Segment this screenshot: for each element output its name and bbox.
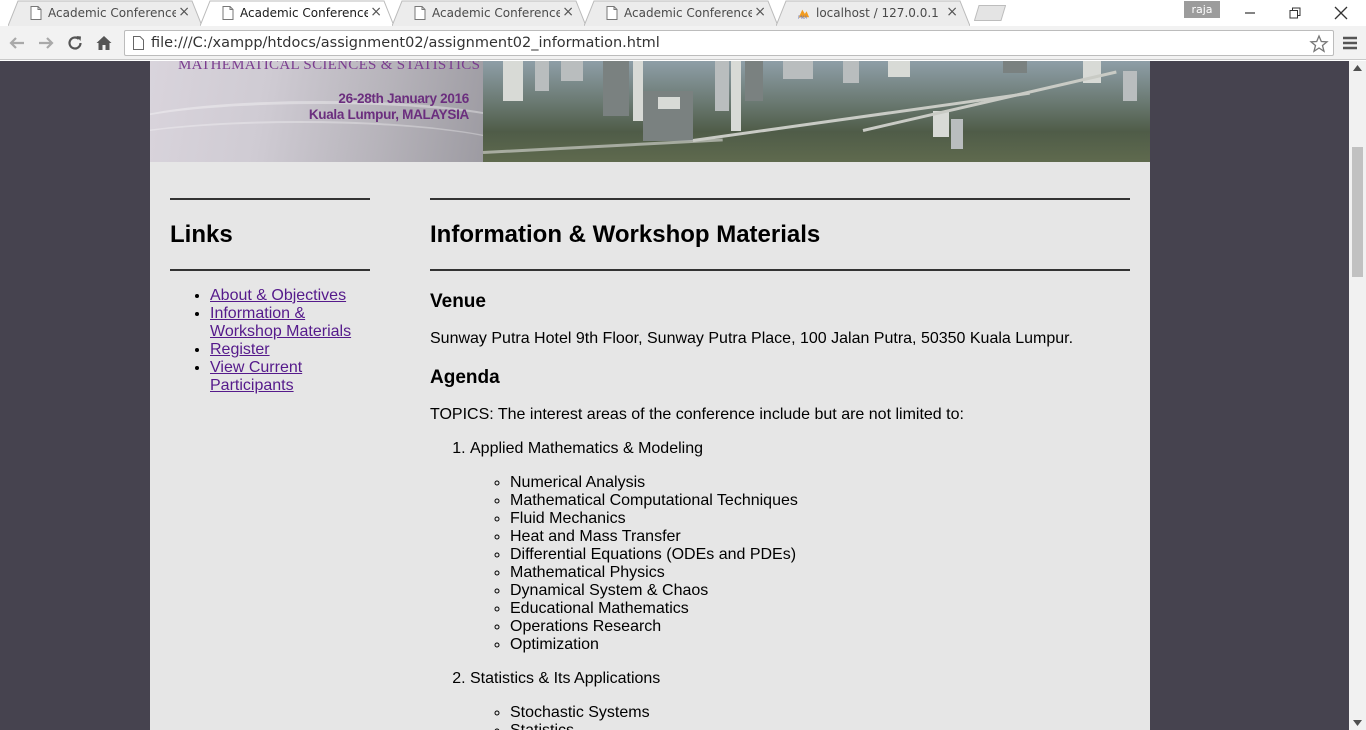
subtopic-item: Mathematical Computational Techniques [510,492,1130,510]
new-tab-button[interactable] [974,5,1006,21]
subtopic-item: Mathematical Physics [510,564,1130,582]
home-icon [96,36,112,50]
venue-heading: Venue [430,291,486,312]
close-icon[interactable]: × [562,5,574,19]
topic-title: Statistics & Its Applications [470,670,661,687]
topic-title: Applied Mathematics & Modeling [470,440,704,457]
bookmark-star-icon[interactable] [1309,34,1329,54]
reload-icon [68,36,82,50]
page-icon [222,6,234,20]
tab-title: localhost / 127.0.0.1 | php [816,6,944,20]
home-button[interactable] [93,32,115,54]
restore-icon [1289,7,1301,19]
topic-item: Statistics & Its Applications Stochastic… [470,670,1130,730]
sidebar-item-about: About & Objectives [210,287,370,305]
sidebar-links: About & Objectives Information & Worksho… [170,287,370,395]
minimize-icon [1245,12,1255,14]
topics-list: Applied Mathematics & Modeling Numerical… [430,440,1130,730]
subtopic-item: Heat and Mass Transfer [510,528,1130,546]
subtopic-list: Numerical Analysis Mathematical Computat… [470,474,1130,654]
subtopic-item: Dynamical System & Chaos [510,582,1130,600]
agenda-heading: Agenda [430,367,500,388]
sidebar-item-register: Register [210,341,370,359]
svg-text:PMA: PMA [798,15,807,20]
subtopic-list: Stochastic Systems Statistics [470,704,1130,730]
page-viewport: MATHEMATICAL SCIENCES & STATISTICS 26-28… [0,61,1349,730]
sidebar-heading: Links [170,221,233,248]
information-link[interactable]: Information & Workshop Materials [210,305,351,340]
subtopic-item: Operations Research [510,618,1130,636]
forward-button[interactable] [35,32,57,54]
scroll-down-icon[interactable] [1353,720,1362,726]
tab-5[interactable]: PMA localhost / 127.0.0.1 | php × [776,0,970,26]
participants-link[interactable]: View Current Participants [210,359,302,394]
close-icon[interactable]: × [178,5,190,19]
close-window-icon [1334,6,1348,20]
conference-banner: MATHEMATICAL SCIENCES & STATISTICS 26-28… [150,61,1150,162]
profile-button[interactable]: raja [1184,1,1220,18]
tab-2[interactable]: Academic Conference × [200,0,394,26]
vertical-scrollbar[interactable] [1349,61,1366,730]
subtopic-item: Stochastic Systems [510,704,1130,722]
minimize-button[interactable] [1227,0,1273,26]
tab-4[interactable]: Academic Conference × [584,0,778,26]
forward-arrow-icon [39,37,54,49]
tab-title: Academic Conference [240,6,368,20]
divider [430,198,1130,200]
sidebar-item-participants: View Current Participants [210,359,370,395]
scroll-up-icon[interactable] [1353,65,1362,71]
subtopic-item: Statistics [510,722,1130,730]
divider [430,269,1130,271]
tab-3[interactable]: Academic Conference × [392,0,586,26]
tab-1[interactable]: Academic Conference × [8,0,202,26]
back-arrow-icon [9,37,24,49]
page-icon [30,6,42,20]
page-icon [606,6,618,20]
reload-button[interactable] [64,32,86,54]
back-button[interactable] [6,32,28,54]
divider [170,198,370,200]
menu-icon[interactable] [1340,34,1360,52]
banner-subtitle: MATHEMATICAL SCIENCES & STATISTICS [178,61,481,73]
register-link[interactable]: Register [210,341,270,358]
main-content: Information & Workshop Materials Venue S… [430,198,1130,730]
page-title: Information & Workshop Materials [430,221,821,248]
city-skyline-image [482,61,1150,162]
tab-title: Academic Conference [624,6,752,20]
banner-text-panel: MATHEMATICAL SCIENCES & STATISTICS 26-28… [150,61,530,162]
phpmyadmin-icon: PMA [798,9,810,20]
agenda-intro: TOPICS: The interest areas of the confer… [430,406,964,423]
page-icon [133,36,144,50]
page-container: MATHEMATICAL SCIENCES & STATISTICS 26-28… [150,61,1150,730]
tab-title: Academic Conference [48,6,176,20]
close-window-button[interactable] [1318,0,1364,26]
toolbar: file:///C:/xampp/htdocs/assignment02/ass… [0,26,1366,60]
tab-strip: Academic Conference × Academic Conferenc… [0,0,1366,26]
venue-text: Sunway Putra Hotel 9th Floor, Sunway Put… [430,330,1074,347]
sidebar: Links About & Objectives Information & W… [170,198,370,395]
subtopic-item: Fluid Mechanics [510,510,1130,528]
tab-title: Academic Conference [432,6,560,20]
restore-button[interactable] [1272,0,1318,26]
divider [170,269,370,271]
topic-item: Applied Mathematics & Modeling Numerical… [470,440,1130,654]
scrollbar-thumb[interactable] [1352,147,1363,277]
banner-date: 26-28th January 2016 Kuala Lumpur, MALAY… [269,91,469,123]
close-icon[interactable]: × [946,5,958,19]
subtopic-item: Numerical Analysis [510,474,1130,492]
page-icon [414,6,426,20]
subtopic-item: Educational Mathematics [510,600,1130,618]
subtopic-item: Differential Equations (ODEs and PDEs) [510,546,1130,564]
subtopic-item: Optimization [510,636,1130,654]
banner-date-line: 26-28th January 2016 [338,91,469,106]
address-bar[interactable]: file:///C:/xampp/htdocs/assignment02/ass… [124,30,1334,56]
url-text: file:///C:/xampp/htdocs/assignment02/ass… [151,35,660,51]
banner-location-line: Kuala Lumpur, MALAYSIA [308,107,469,122]
close-icon[interactable]: × [370,5,382,19]
about-link[interactable]: About & Objectives [210,287,346,304]
close-icon[interactable]: × [754,5,766,19]
sidebar-item-information: Information & Workshop Materials [210,305,370,341]
